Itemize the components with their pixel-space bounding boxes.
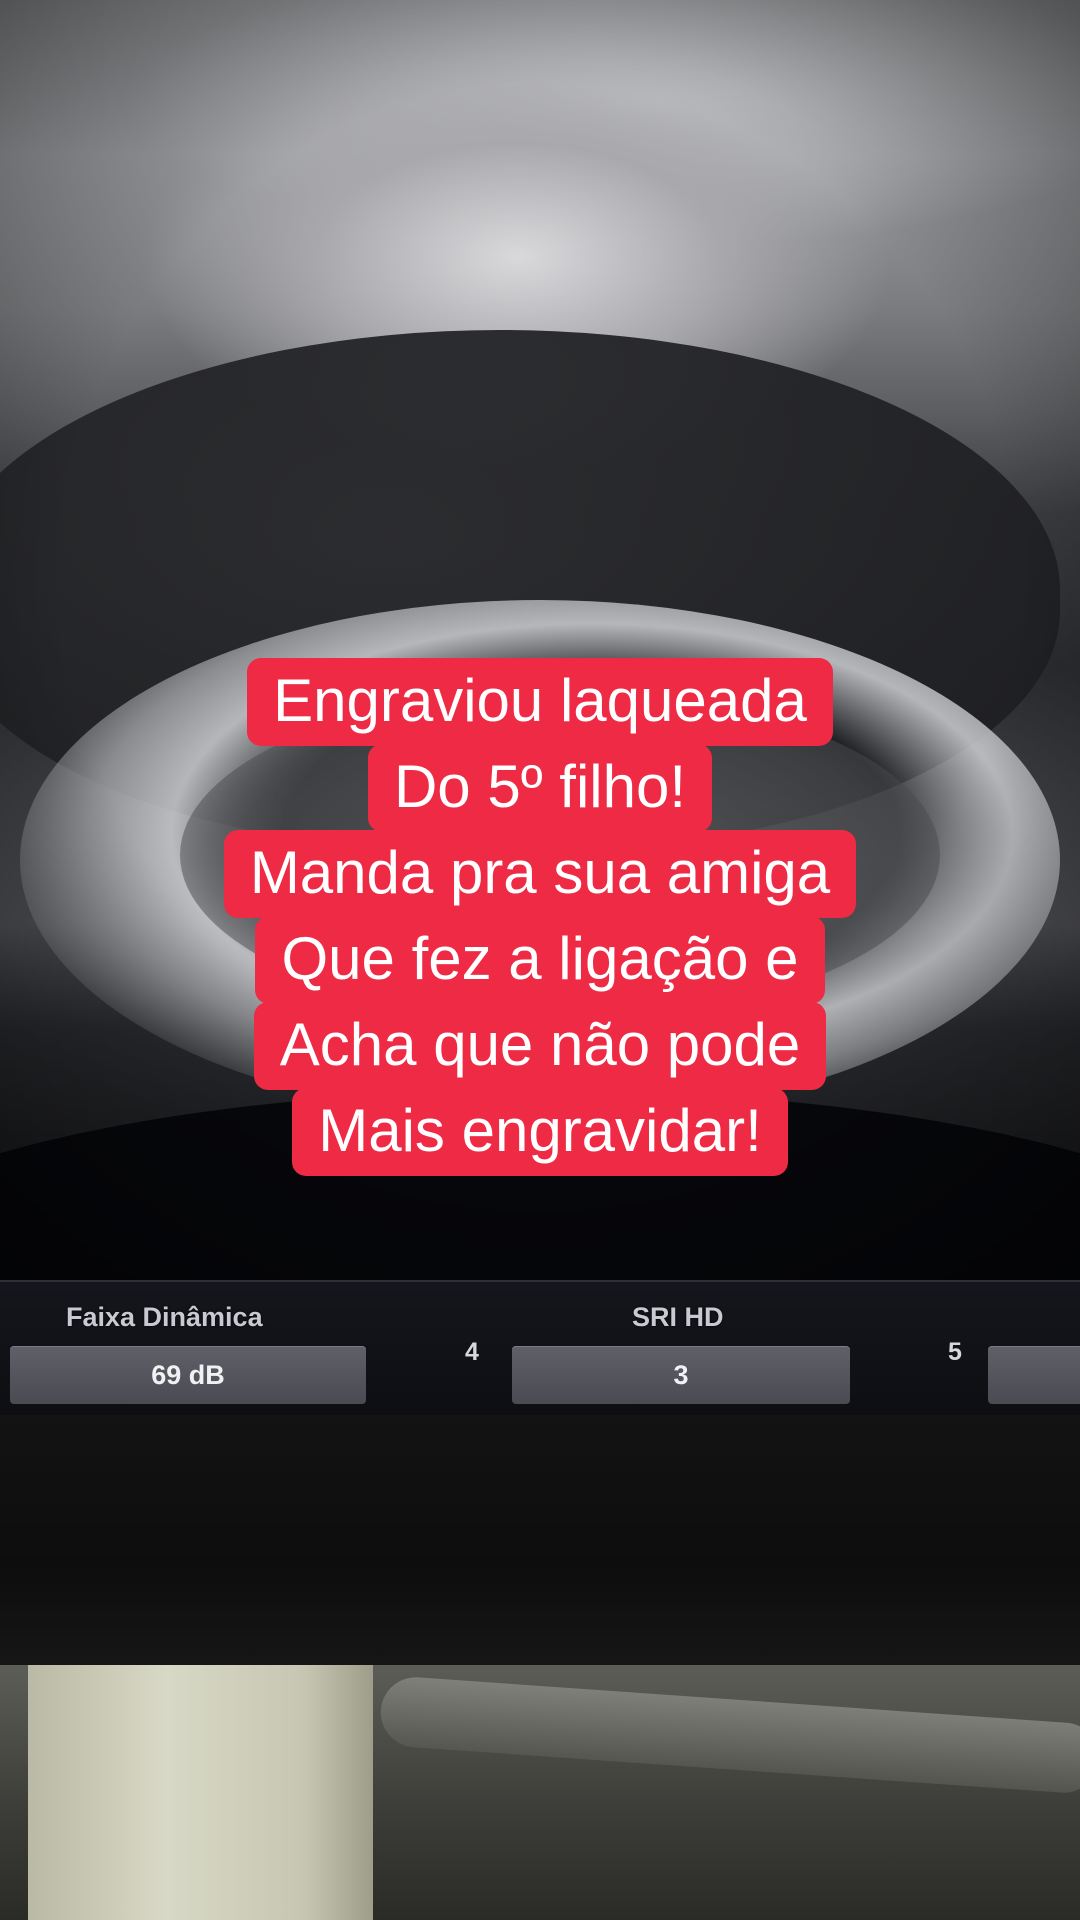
caption-line: Que fez a ligação e — [255, 916, 825, 1004]
sri-hd-button[interactable]: 3 — [512, 1346, 850, 1404]
sri-hd-label: SRI HD — [632, 1302, 724, 1332]
dynamic-range-button[interactable]: 69 dB — [10, 1346, 366, 1404]
caption-line: Manda pra sua amiga — [223, 830, 857, 918]
monitor-bezel — [0, 1415, 1080, 1665]
caption-overlay: Engraviou laqueada Do 5º filho! Manda pr… — [0, 658, 1080, 1176]
caption-line: Acha que não pode — [253, 1002, 827, 1090]
dynamic-range-label: Faixa Dinâmica — [66, 1302, 263, 1332]
next-control-button[interactable] — [988, 1346, 1080, 1404]
knob-4-label: 4 — [465, 1338, 479, 1366]
caption-line: Engraviou laqueada — [247, 658, 833, 746]
knob-5-label: 5 — [948, 1338, 962, 1366]
caption-line: Mais engravidar! — [292, 1088, 788, 1176]
support-pole — [28, 1665, 373, 1920]
caption-line: Do 5º filho! — [367, 744, 713, 832]
